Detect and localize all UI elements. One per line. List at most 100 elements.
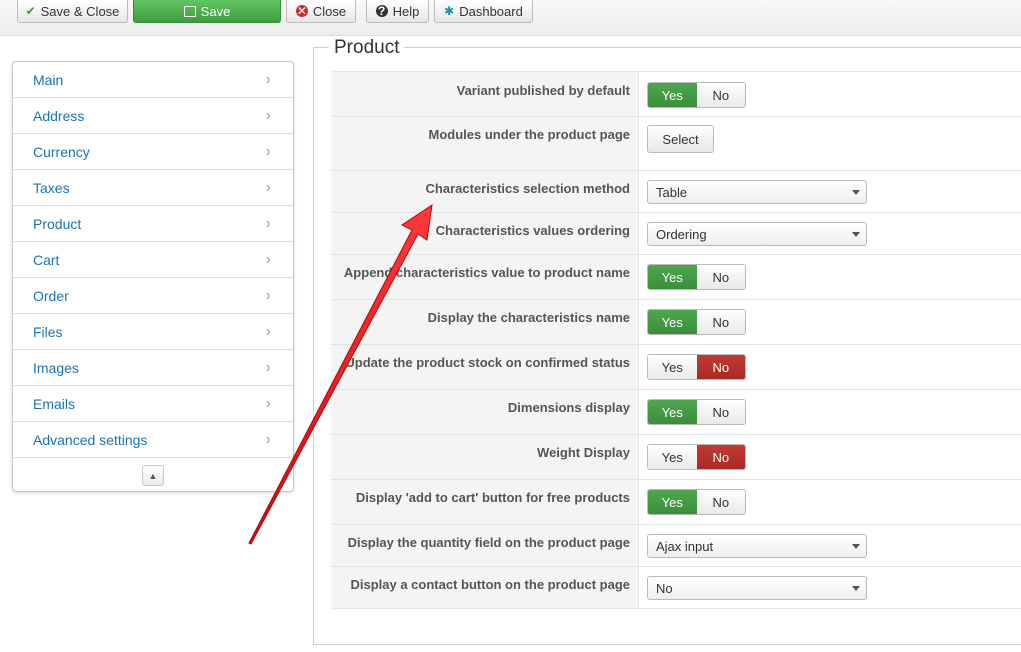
field-label: Characteristics selection method	[425, 181, 630, 196]
sidebar-item-label: Product	[33, 215, 82, 232]
sidebar-item-label: Advanced settings	[33, 431, 148, 448]
save-button[interactable]: Save	[133, 0, 281, 23]
field-row: Variant published by default Yes No	[331, 71, 1021, 117]
sidebar-item-order[interactable]: Order ›	[13, 278, 293, 314]
field-label: Variant published by default	[456, 83, 630, 98]
yes-option[interactable]: Yes	[648, 445, 697, 469]
variant-published-toggle[interactable]: Yes No	[647, 82, 746, 108]
sidebar-item-files[interactable]: Files ›	[13, 314, 293, 350]
field-row: Append characteristics value to product …	[331, 255, 1021, 300]
modules-select-button[interactable]: Select	[647, 125, 714, 153]
field-label: Display a contact button on the product …	[350, 577, 630, 592]
contact-button-select[interactable]: No	[647, 576, 867, 600]
sidebar-item-label: Currency	[33, 143, 90, 160]
characteristics-values-ordering-select[interactable]: Ordering	[647, 222, 867, 246]
display-characteristics-name-toggle[interactable]: Yes No	[647, 309, 746, 335]
save-label: Save	[200, 3, 231, 19]
sidebar-item-emails[interactable]: Emails ›	[13, 386, 293, 422]
yes-option[interactable]: Yes	[648, 400, 697, 424]
select-value: No	[656, 580, 673, 596]
update-stock-toggle[interactable]: Yes No	[647, 354, 746, 380]
sidebar: Main › Address › Currency › Taxes › Prod…	[12, 61, 294, 492]
close-icon: ✕	[295, 4, 308, 18]
field-label: Characteristics values ordering	[435, 223, 630, 238]
dashboard-icon: ✱	[444, 4, 455, 18]
chevron-down-icon	[852, 544, 860, 549]
dashboard-button[interactable]: ✱ Dashboard	[434, 0, 533, 23]
add-to-cart-free-toggle[interactable]: Yes No	[647, 489, 746, 515]
field-row: Dimensions display Yes No	[331, 390, 1021, 435]
field-label: Display the characteristics name	[427, 310, 630, 325]
sidebar-item-address[interactable]: Address ›	[13, 98, 293, 134]
close-button[interactable]: ✕ Close	[286, 0, 356, 23]
chevron-right-icon: ›	[265, 287, 271, 304]
field-row: Update the product stock on confirmed st…	[331, 345, 1021, 390]
yes-option[interactable]: Yes	[648, 310, 697, 334]
select-value: Table	[656, 184, 688, 200]
chevron-down-icon	[852, 586, 860, 591]
sidebar-item-label: Images	[33, 359, 79, 376]
help-button[interactable]: ? Help	[366, 0, 429, 23]
field-label: Append characteristics value to product …	[343, 265, 630, 280]
field-row: Modules under the product page Select	[331, 117, 1021, 171]
no-option[interactable]: No	[696, 83, 745, 107]
sidebar-item-advanced-settings[interactable]: Advanced settings ›	[13, 422, 293, 458]
field-label: Display 'add to cart' button for free pr…	[355, 490, 630, 505]
yes-option[interactable]: Yes	[648, 265, 697, 289]
collapse-sidebar-button[interactable]: ▲	[142, 465, 164, 486]
quantity-field-select[interactable]: Ajax input	[647, 534, 867, 558]
sidebar-item-product[interactable]: Product ›	[13, 206, 293, 242]
chevron-right-icon: ›	[265, 431, 271, 448]
save-close-button[interactable]: ✔ Save & Close	[17, 0, 128, 23]
weight-display-toggle[interactable]: Yes No	[647, 444, 746, 470]
sidebar-item-cart[interactable]: Cart ›	[13, 242, 293, 278]
chevron-right-icon: ›	[265, 323, 271, 340]
sidebar-item-main[interactable]: Main ›	[13, 62, 293, 98]
sidebar-item-label: Address	[33, 107, 85, 124]
chevron-right-icon: ›	[265, 359, 271, 376]
chevron-right-icon: ›	[265, 251, 271, 268]
field-row: Characteristics selection method Table	[331, 171, 1021, 213]
no-option[interactable]: No	[696, 355, 745, 379]
save-close-label: Save & Close	[40, 3, 120, 19]
characteristics-selection-method-select[interactable]: Table	[647, 180, 867, 204]
field-row: Characteristics values ordering Ordering	[331, 213, 1021, 255]
select-value: Ajax input	[656, 538, 714, 554]
section-title: Product	[329, 37, 405, 59]
chevron-down-icon	[852, 190, 860, 195]
chevron-right-icon: ›	[265, 395, 271, 412]
help-icon: ?	[375, 5, 388, 17]
field-label: Update the product stock on confirmed st…	[345, 355, 630, 370]
yes-option[interactable]: Yes	[648, 83, 697, 107]
yes-option[interactable]: Yes	[648, 490, 697, 514]
chevron-down-icon	[852, 232, 860, 237]
sidebar-item-label: Order	[33, 287, 69, 304]
chevron-right-icon: ›	[265, 143, 271, 160]
no-option[interactable]: No	[696, 310, 745, 334]
sidebar-item-taxes[interactable]: Taxes ›	[13, 170, 293, 206]
field-label: Modules under the product page	[428, 127, 630, 142]
help-label: Help	[392, 3, 420, 19]
chevron-right-icon: ›	[265, 71, 271, 88]
no-option[interactable]: No	[696, 445, 745, 469]
chevron-right-icon: ›	[265, 107, 271, 124]
dimensions-display-toggle[interactable]: Yes No	[647, 399, 746, 425]
no-option[interactable]: No	[696, 490, 745, 514]
yes-option[interactable]: Yes	[648, 355, 697, 379]
chevron-right-icon: ›	[265, 215, 271, 232]
close-label: Close	[312, 3, 347, 19]
append-characteristics-toggle[interactable]: Yes No	[647, 264, 746, 290]
sidebar-item-label: Taxes	[33, 179, 70, 196]
no-option[interactable]: No	[696, 400, 745, 424]
sidebar-item-images[interactable]: Images ›	[13, 350, 293, 386]
edit-icon	[183, 5, 196, 17]
check-icon: ✔	[25, 4, 36, 18]
field-row: Display the quantity field on the produc…	[331, 525, 1021, 567]
no-option[interactable]: No	[696, 265, 745, 289]
toolbar: ✔ Save & Close Save ✕ Close ? Help ✱ Das…	[0, 0, 1021, 36]
select-value: Ordering	[656, 226, 707, 242]
page: ✔ Save & Close Save ✕ Close ? Help ✱ Das…	[0, 0, 1021, 652]
field-row: Weight Display Yes No	[331, 435, 1021, 480]
chevron-right-icon: ›	[265, 179, 271, 196]
sidebar-item-currency[interactable]: Currency ›	[13, 134, 293, 170]
